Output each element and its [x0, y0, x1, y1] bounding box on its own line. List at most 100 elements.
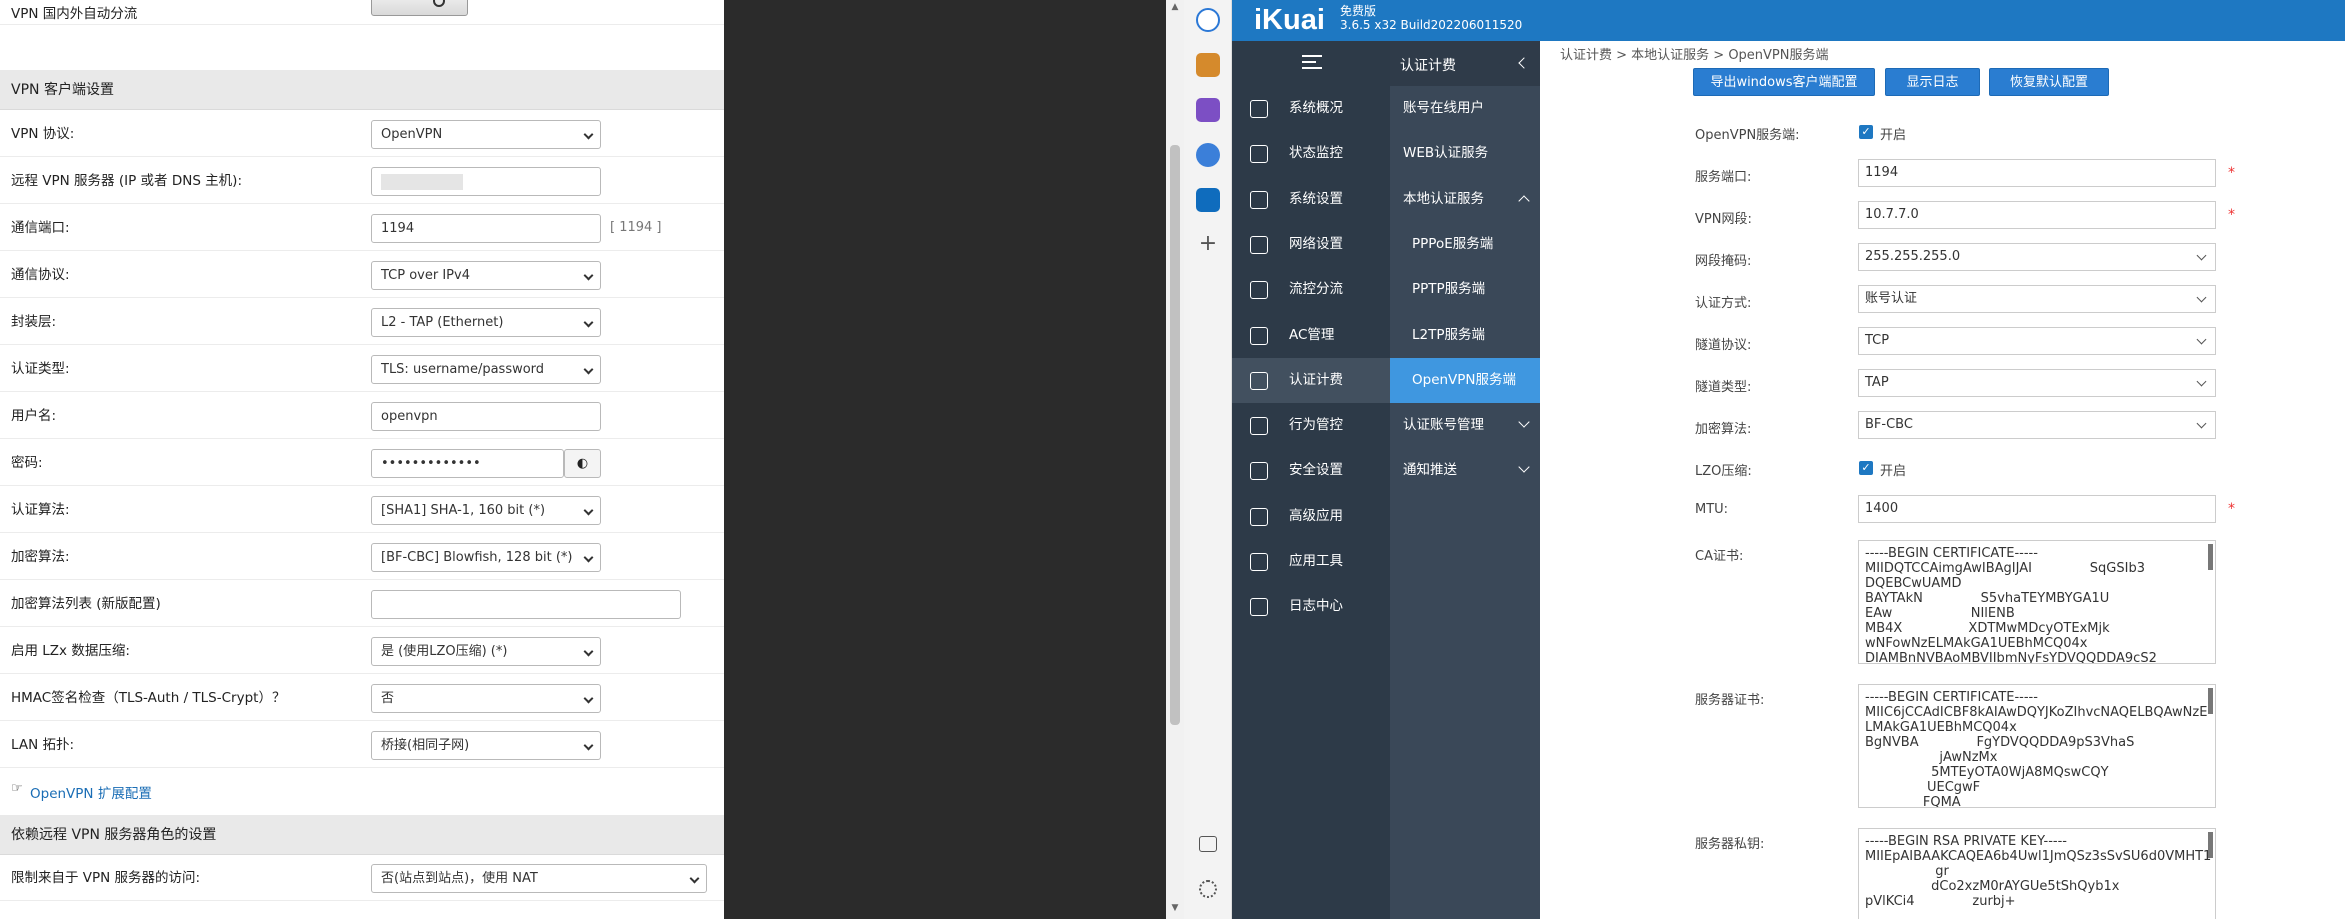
collapse-chevron-icon[interactable]: [1518, 57, 1530, 69]
nav-item[interactable]: 应用工具: [1232, 539, 1390, 584]
menu-toggle-icon[interactable]: [1302, 55, 1322, 69]
scrollbar-thumb[interactable]: [1170, 145, 1180, 725]
textarea-scrollbar[interactable]: [2208, 832, 2213, 858]
setting-input[interactable]: [371, 167, 601, 196]
setting-select[interactable]: [BF-CBC] Blowfish, 128 bit (*): [371, 543, 601, 572]
scroll-up-arrow-icon[interactable]: ▲: [1166, 2, 1184, 12]
sub-nav-item[interactable]: PPPoE服务端: [1390, 222, 1540, 267]
proto-select[interactable]: TCP: [1858, 327, 2216, 355]
sub-nav-label: WEB认证服务: [1403, 145, 1489, 162]
setting-select[interactable]: 否: [371, 684, 601, 713]
setting-select[interactable]: 是 (使用LZO压缩) (*): [371, 637, 601, 666]
pointing-hand-icon: ☞: [11, 781, 23, 796]
nav-item[interactable]: 认证计费: [1232, 357, 1390, 403]
lzo-checkbox[interactable]: ✓: [1859, 461, 1873, 475]
copilot-icon[interactable]: [1196, 143, 1220, 167]
nav-item[interactable]: 系统设置: [1232, 177, 1390, 222]
setting-select[interactable]: TCP over IPv4: [371, 261, 601, 290]
server-enable-text: 开启: [1880, 128, 1907, 143]
setting-row: 限制来自于 VPN 服务器的访问: 否(站点到站点)，使用 NAT: [0, 855, 724, 901]
sub-nav-item[interactable]: 通知推送: [1390, 448, 1540, 493]
nav-item[interactable]: 网络设置: [1232, 222, 1390, 267]
ikuai-admin: iKuai 免费版 3.6.5 x32 Build202206011520 系统…: [1232, 0, 2345, 919]
add-icon[interactable]: +: [1196, 233, 1220, 257]
setting-row: 通信端口: 1194 [ 1194 ]: [0, 205, 724, 251]
setting-select[interactable]: 桥接(相同子网): [371, 731, 601, 760]
setting-input[interactable]: openvpn: [371, 402, 601, 431]
setting-select[interactable]: OpenVPN: [371, 120, 601, 149]
textarea-scrollbar[interactable]: [2208, 544, 2213, 570]
chevron-down-icon: [1518, 461, 1530, 474]
nav-item[interactable]: 状态监控: [1232, 131, 1390, 176]
ikuai-logo: iKuai: [1254, 4, 1325, 36]
srv-cert-textarea[interactable]: -----BEGIN CERTIFICATE----- MIIC6jCCAdIC…: [1858, 684, 2216, 808]
ca-textarea[interactable]: -----BEGIN CERTIFICATE----- MIIDQTCCAimg…: [1858, 540, 2216, 664]
setting-input[interactable]: [371, 590, 681, 619]
server-label: OpenVPN服务端:: [1695, 128, 1800, 143]
sub-nav-item[interactable]: 本地认证服务: [1390, 177, 1540, 222]
restore-default-button[interactable]: 恢复默认配置: [1989, 68, 2109, 96]
auth-select[interactable]: 账号认证: [1858, 285, 2216, 313]
nav-item[interactable]: 高级应用: [1232, 494, 1390, 539]
sidebar-collapse-icon[interactable]: [1199, 836, 1217, 852]
openvpn-ext-config-link[interactable]: OpenVPN 扩展配置: [30, 782, 152, 802]
sub-nav-item[interactable]: 认证账号管理: [1390, 403, 1540, 448]
textarea-scrollbar[interactable]: [2208, 688, 2213, 714]
setting-input[interactable]: 1194: [371, 214, 601, 243]
toolbox-icon[interactable]: [1196, 53, 1220, 77]
section-header: 依赖远程 VPN 服务器角色的设置: [0, 815, 724, 855]
vertical-scrollbar[interactable]: ▲ ▼: [1166, 0, 1184, 919]
key-label: 服务器私钥:: [1695, 837, 1765, 852]
auth-label: 认证方式:: [1695, 296, 1752, 311]
setting-input[interactable]: •••••••••••••: [371, 449, 564, 478]
nav-item[interactable]: 系统概况: [1232, 86, 1390, 131]
nav-item[interactable]: 流控分流: [1232, 267, 1390, 312]
setting-select[interactable]: 否(站点到站点)，使用 NAT: [371, 864, 707, 893]
settings-gear-icon[interactable]: [1199, 880, 1217, 898]
outlook-icon[interactable]: [1196, 188, 1220, 212]
setting-label: 启用 LZx 数据压缩:: [11, 643, 130, 659]
sub-nav-item[interactable]: PPTP服务端: [1390, 267, 1540, 312]
key-text: -----BEGIN RSA PRIVATE KEY----- MIIEpAIB…: [1865, 834, 2212, 909]
port-input[interactable]: 1194: [1858, 159, 2216, 187]
nav-item[interactable]: 日志中心: [1232, 584, 1390, 629]
bing-icon[interactable]: [1196, 8, 1220, 32]
setting-select[interactable]: L2 - TAP (Ethernet): [371, 308, 601, 337]
nav-item[interactable]: AC管理: [1232, 313, 1390, 358]
type-label: 隧道类型:: [1695, 380, 1752, 395]
type-select[interactable]: TAP: [1858, 369, 2216, 397]
ca-label: CA证书:: [1695, 549, 1744, 564]
mtu-input[interactable]: 1400: [1858, 495, 2216, 523]
server-enable-checkbox[interactable]: ✓: [1859, 125, 1873, 139]
export-windows-config-button[interactable]: 导出windows客户端配置: [1693, 68, 1875, 96]
auto-split-toggle[interactable]: [371, 0, 468, 16]
key-textarea[interactable]: -----BEGIN RSA PRIVATE KEY----- MIIEpAIB…: [1858, 828, 2216, 919]
mask-select[interactable]: 255.255.255.0: [1858, 243, 2216, 271]
scroll-down-arrow-icon[interactable]: ▼: [1166, 903, 1184, 913]
setting-row: 加密算法: [BF-CBC] Blowfish, 128 bit (*): [0, 534, 724, 580]
sub-nav-label: PPTP服务端: [1412, 281, 1486, 298]
sub-nav-item[interactable]: L2TP服务端: [1390, 313, 1540, 358]
sub-nav-item[interactable]: WEB认证服务: [1390, 131, 1540, 176]
show-password-eye-icon[interactable]: ◐: [564, 449, 601, 478]
setting-label: 密码:: [11, 455, 43, 471]
setting-label: 限制来自于 VPN 服务器的访问:: [11, 870, 201, 886]
sub-nav-label: PPPoE服务端: [1412, 235, 1494, 252]
setting-select[interactable]: TLS: username/password: [371, 355, 601, 384]
lzo-enable-text: 开启: [1880, 464, 1907, 479]
nav-item-icon: [1250, 281, 1268, 300]
sub-nav: 认证计费 账号在线用户 WEB认证服务 本地认证服务 PPPoE服务端 PPTP服务端 L…: [1390, 41, 1540, 919]
setting-select[interactable]: [SHA1] SHA-1, 160 bit (*): [371, 496, 601, 525]
games-icon[interactable]: [1196, 98, 1220, 122]
sub-nav-item[interactable]: OpenVPN服务端: [1390, 357, 1540, 403]
sub-nav-item[interactable]: 账号在线用户: [1390, 86, 1540, 131]
section-header: VPN 客户端设置: [0, 70, 724, 110]
cipher-select[interactable]: BF-CBC: [1858, 411, 2216, 439]
nav-item-icon: [1250, 598, 1268, 617]
nav-item[interactable]: 安全设置: [1232, 448, 1390, 493]
nav-item[interactable]: 行为管控: [1232, 403, 1390, 448]
section-title: 依赖远程 VPN 服务器角色的设置: [11, 827, 217, 843]
setting-row: VPN 国内外自动分流: [0, 0, 724, 25]
net-input[interactable]: 10.7.7.0: [1858, 201, 2216, 229]
show-log-button[interactable]: 显示日志: [1885, 68, 1980, 96]
